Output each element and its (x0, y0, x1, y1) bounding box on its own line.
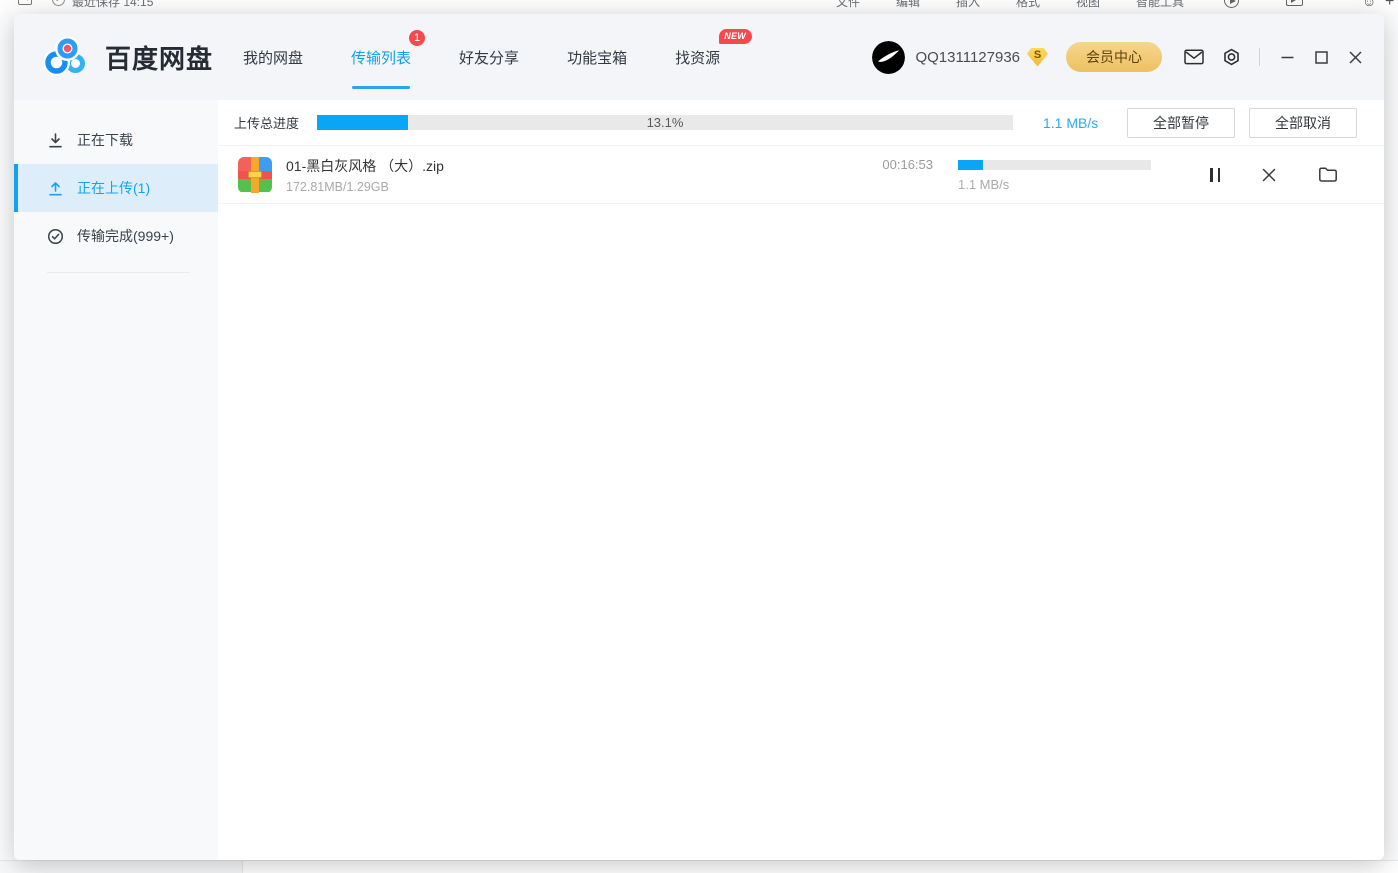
tab-toolbox[interactable]: 功能宝箱 (567, 39, 627, 76)
close-button[interactable] (1349, 51, 1362, 64)
overall-progress-track: 13.1% (317, 115, 1013, 130)
sidebar-item-uploading[interactable]: 正在上传(1) (14, 164, 218, 212)
export-box-icon[interactable] (18, 0, 32, 5)
background-app-bottom (0, 860, 1398, 873)
background-app-panel (0, 861, 243, 873)
upload-file-row: 01-黑白灰风格 （大）.zip 172.81MB/1.29GB 00:16:5… (218, 146, 1384, 204)
tab-my-drive[interactable]: 我的网盘 (243, 39, 303, 76)
open-folder-icon[interactable] (1318, 166, 1338, 183)
transfer-count-badge: 1 (409, 30, 425, 46)
sidebar-item-downloading[interactable]: 正在下载 (14, 116, 218, 164)
overall-progress-bar-row: 上传总进度 13.1% 1.1 MB/s 全部暂停 全部取消 (218, 100, 1384, 146)
upload-icon (47, 180, 64, 197)
file-progress-track (958, 160, 1151, 170)
sidebar-divider (47, 272, 190, 273)
menu-smart-tools[interactable]: 智能工具 (1136, 0, 1184, 10)
file-progress-fill (958, 160, 983, 170)
baidu-netdisk-window: 百度网盘 我的网盘 传输列表1 好友分享 功能宝箱 找资源NEW QQ13111… (14, 14, 1384, 860)
file-speed: 1.1 MB/s (958, 177, 1151, 192)
tab-friend-share[interactable]: 好友分享 (459, 39, 519, 76)
tab-transfer-list[interactable]: 传输列表1 (351, 39, 411, 76)
maximize-button[interactable] (1315, 51, 1328, 64)
vip-badge-icon[interactable]: S (1027, 48, 1048, 67)
baidu-netdisk-logo-icon (44, 37, 90, 77)
sidebar: 正在下载 正在上传(1) 传输完成(999+) (14, 100, 218, 860)
menu-edit[interactable]: 编辑 (896, 0, 920, 10)
cancel-file-icon[interactable] (1262, 168, 1276, 182)
menu-insert[interactable]: 插入 (956, 0, 980, 10)
header-divider (1259, 48, 1260, 66)
member-center-button[interactable]: 会员中心 (1066, 42, 1162, 72)
download-icon (47, 132, 64, 149)
minimize-button[interactable] (1281, 51, 1294, 64)
window-header: 百度网盘 我的网盘 传输列表1 好友分享 功能宝箱 找资源NEW QQ13111… (14, 14, 1384, 100)
play-slideshow-icon[interactable] (1224, 0, 1239, 8)
menu-view[interactable]: 视图 (1076, 0, 1100, 10)
overall-progress-percent: 13.1% (317, 115, 1013, 130)
pause-file-icon[interactable] (1210, 168, 1220, 182)
menu-format[interactable]: 格式 (1016, 0, 1040, 10)
main-tabs: 我的网盘 传输列表1 好友分享 功能宝箱 找资源NEW (243, 14, 720, 100)
file-actions (1210, 166, 1338, 183)
app-title: 百度网盘 (105, 39, 213, 76)
present-icon[interactable] (1286, 0, 1303, 6)
file-info: 01-黑白灰风格 （大）.zip 172.81MB/1.29GB (286, 156, 861, 194)
saved-check-icon: ✓ (52, 0, 65, 6)
avatar[interactable] (872, 41, 905, 74)
overall-speed: 1.1 MB/s (1043, 115, 1113, 131)
file-remaining-time: 00:16:53 (861, 157, 933, 172)
file-progress: 00:16:53 1.1 MB/s (861, 157, 1151, 192)
file-name: 01-黑白灰风格 （大）.zip (286, 156, 861, 176)
settings-icon[interactable] (1222, 48, 1241, 66)
sidebar-item-completed[interactable]: 传输完成(999+) (14, 212, 218, 260)
cancel-all-button[interactable]: 全部取消 (1249, 108, 1357, 138)
overall-progress-label: 上传总进度 (234, 113, 299, 132)
user-icon[interactable]: ☺ (1362, 0, 1376, 9)
background-app-menubar: ✓ 最近保存 14:15 文件 编辑 插入 格式 视图 智能工具 ☺ + (0, 0, 1398, 14)
check-circle-icon (47, 228, 64, 245)
zip-file-icon (238, 157, 272, 193)
username[interactable]: QQ1311127936 (915, 49, 1020, 66)
user-area: QQ1311127936 S 会员中心 (872, 41, 1362, 74)
saved-status: 最近保存 14:15 (72, 0, 153, 10)
new-badge: NEW (719, 29, 752, 44)
file-size: 172.81MB/1.29GB (286, 180, 861, 194)
app-logo: 百度网盘 (44, 37, 213, 77)
transfer-panel: 上传总进度 13.1% 1.1 MB/s 全部暂停 全部取消 01-黑白灰风格 … (218, 100, 1384, 860)
menu-file[interactable]: 文件 (836, 0, 860, 10)
tab-find-resources[interactable]: 找资源NEW (675, 39, 720, 76)
plus-icon[interactable]: + (1385, 0, 1394, 11)
message-icon[interactable] (1184, 49, 1204, 65)
pause-all-button[interactable]: 全部暂停 (1127, 108, 1235, 138)
